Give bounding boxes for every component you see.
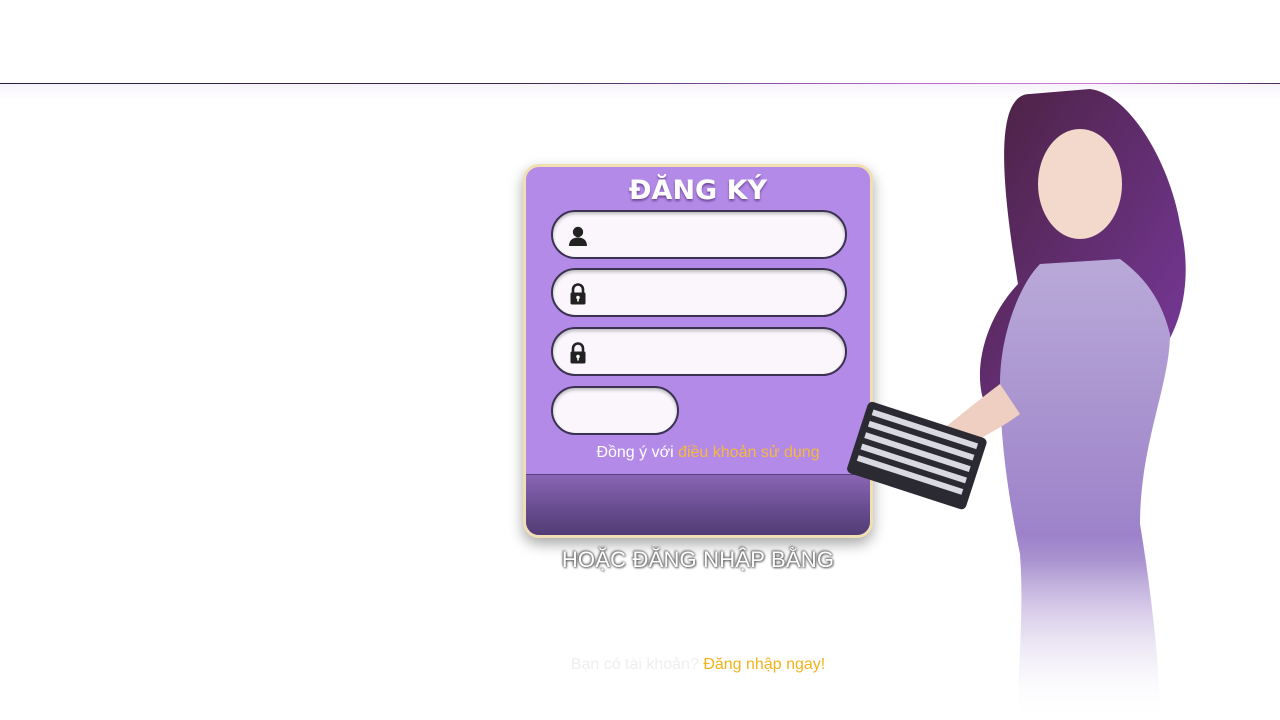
register-title: ĐĂNG KÝ xyxy=(628,175,768,206)
captcha-field[interactable] xyxy=(551,386,679,435)
confirm-password-field[interactable] xyxy=(551,327,847,376)
username-field[interactable] xyxy=(551,210,847,259)
user-icon xyxy=(569,226,587,246)
password-input[interactable] xyxy=(599,270,835,315)
login-now-link[interactable]: Đăng nhập ngay! xyxy=(703,656,825,673)
login-question: Bạn có tài khoản? xyxy=(570,656,699,673)
terms-prefix: Đồng ý với xyxy=(596,444,674,461)
model-illustration xyxy=(840,84,1220,720)
register-panel: ĐĂNG KÝ Đồng ý với điều khoản sử dụng xyxy=(523,164,873,538)
lock-icon xyxy=(570,342,586,364)
lock-icon xyxy=(570,283,586,305)
password-field[interactable] xyxy=(551,268,847,317)
confirm-password-input[interactable] xyxy=(599,329,835,374)
terms-link[interactable]: điều khoản sử dụng xyxy=(678,444,819,461)
login-prompt: Bạn có tài khoản? Đăng nhập ngay! xyxy=(523,656,873,674)
terms-line: Đồng ý với điều khoản sử dụng xyxy=(526,444,870,462)
register-submit-button[interactable] xyxy=(526,474,870,535)
top-header-bar xyxy=(0,0,1280,83)
captcha-input[interactable] xyxy=(567,388,667,433)
alt-login-label: HOẶC ĐĂNG NHẬP BẰNG xyxy=(561,547,835,572)
username-input[interactable] xyxy=(599,212,835,257)
